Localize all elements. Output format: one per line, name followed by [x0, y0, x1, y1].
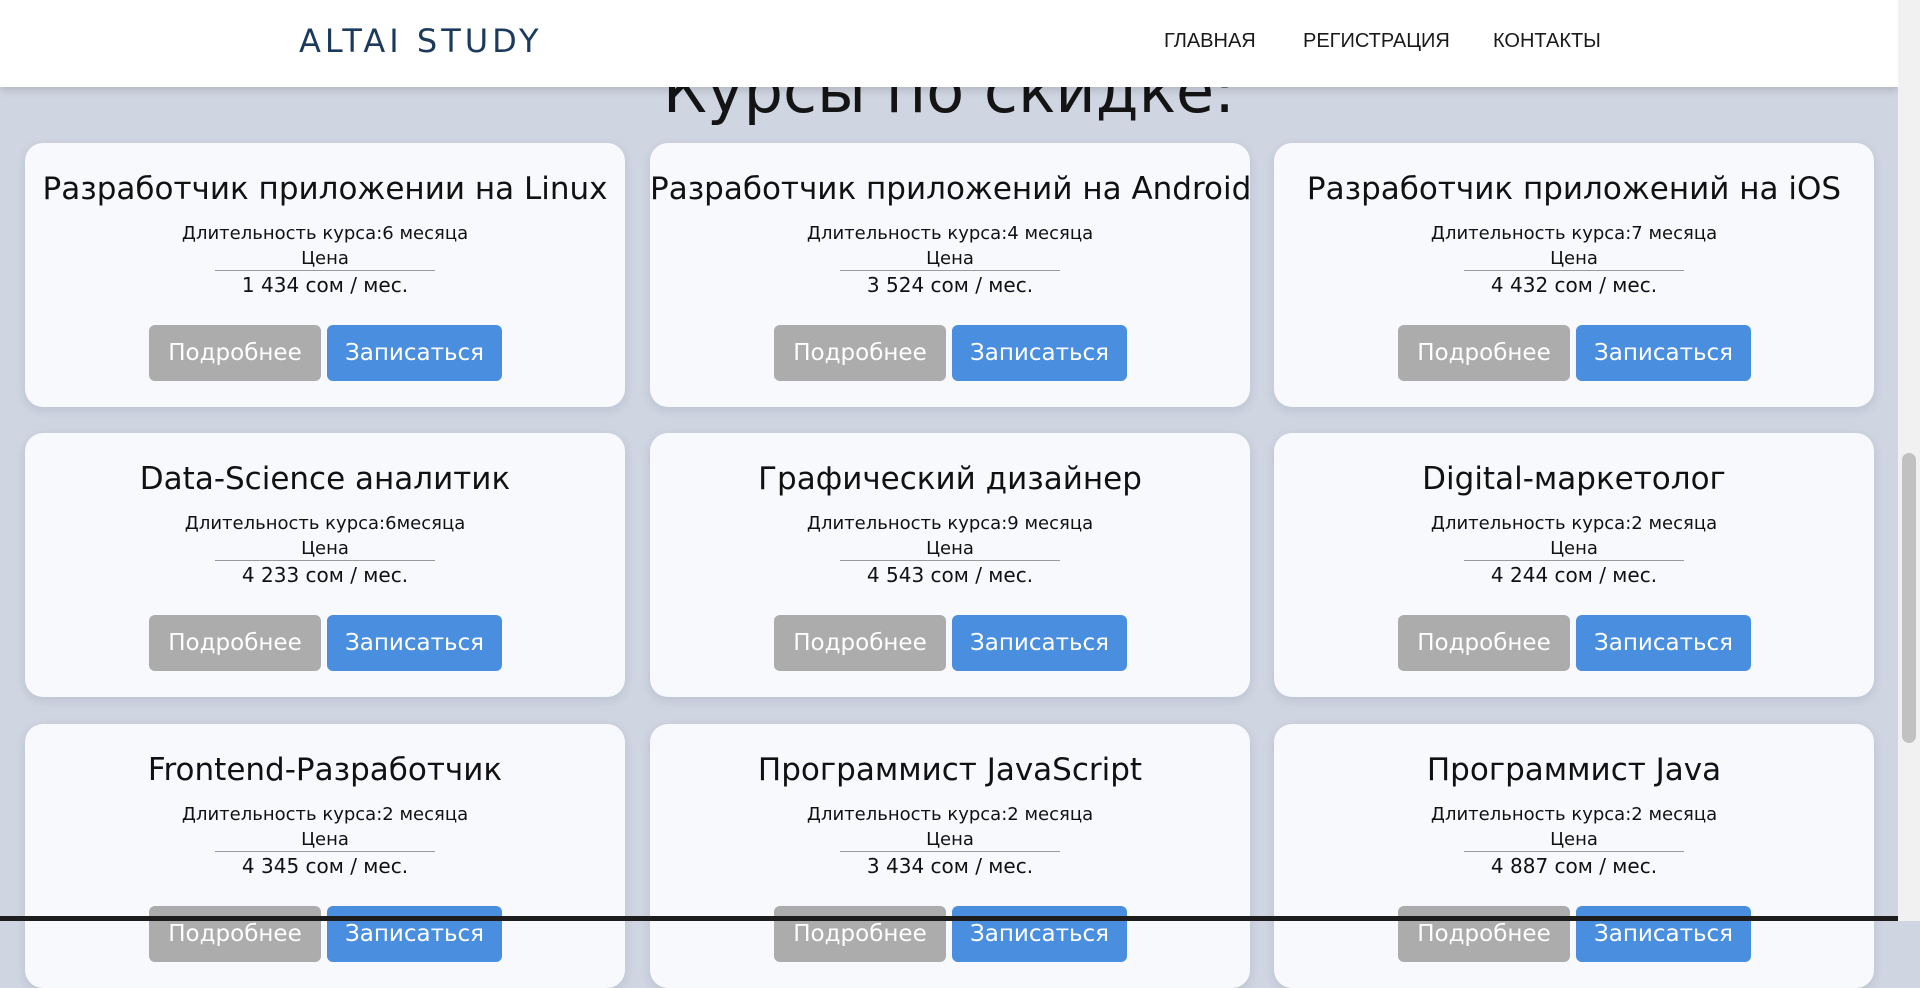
more-button[interactable]: Подробнее — [1398, 615, 1570, 671]
more-button[interactable]: Подробнее — [1398, 325, 1570, 381]
course-duration: Длительность курса:4 месяца — [806, 223, 1094, 244]
course-price: 3 434 сом / мес. — [866, 854, 1034, 878]
course-title: Разработчик приложений на Android — [650, 171, 1250, 207]
course-price: 4 233 сом / мес. — [241, 563, 409, 587]
price-label: Цена — [840, 538, 1060, 561]
page-scrollbar[interactable] — [1898, 0, 1920, 921]
enroll-button[interactable]: Записаться — [1576, 615, 1751, 671]
price-label: Цена — [840, 829, 1060, 852]
course-duration: Длительность курса:2 месяца — [806, 804, 1094, 825]
price-label: Цена — [1464, 829, 1684, 852]
course-duration: Длительность курса:2 месяца — [1430, 513, 1718, 534]
enroll-button[interactable]: Записаться — [327, 906, 502, 962]
scrollbar-thumb[interactable] — [1902, 453, 1916, 743]
course-title: Frontend-Разработчик — [147, 752, 503, 788]
more-button[interactable]: Подробнее — [149, 906, 321, 962]
enroll-button[interactable]: Записаться — [327, 615, 502, 671]
course-duration: Длительность курса:7 месяца — [1430, 223, 1718, 244]
course-title: Программист Java — [1426, 752, 1722, 788]
nav-link-home[interactable]: ГЛАВНАЯ — [1164, 30, 1256, 53]
course-duration: Длительность курса:6 месяца — [181, 223, 469, 244]
enroll-button[interactable]: Записаться — [1576, 325, 1751, 381]
top-navbar: ALTAI STUDY ГЛАВНАЯ РЕГИСТРАЦИЯ КОНТАКТЫ — [0, 0, 1898, 87]
course-card: Разработчик приложений на iOS Длительнос… — [1274, 143, 1874, 407]
more-button[interactable]: Подробнее — [149, 615, 321, 671]
nav-link-contacts[interactable]: КОНТАКТЫ — [1493, 30, 1601, 53]
price-label: Цена — [215, 538, 435, 561]
enroll-button[interactable]: Записаться — [1576, 906, 1751, 962]
course-price: 4 244 сом / мес. — [1490, 563, 1658, 587]
taskbar-strip — [0, 916, 1898, 921]
course-price: 4 543 сом / мес. — [866, 563, 1034, 587]
more-button[interactable]: Подробнее — [149, 325, 321, 381]
course-duration: Длительность курса:6месяца — [184, 513, 466, 534]
more-button[interactable]: Подробнее — [774, 906, 946, 962]
more-button[interactable]: Подробнее — [774, 615, 946, 671]
course-price: 4 432 сом / мес. — [1490, 273, 1658, 297]
course-title: Разработчик приложений на iOS — [1306, 171, 1842, 207]
course-price: 3 524 сом / мес. — [866, 273, 1034, 297]
course-card: Программист Java Длительность курса:2 ме… — [1274, 724, 1874, 988]
course-card: Разработчик приложений на Android Длител… — [650, 143, 1250, 407]
course-title: Программист JavaScript — [757, 752, 1143, 788]
brand-logo[interactable]: ALTAI STUDY — [299, 22, 543, 60]
enroll-button[interactable]: Записаться — [952, 325, 1127, 381]
course-card: Data-Science аналитик Длительность курса… — [25, 433, 625, 697]
course-card: Программист JavaScript Длительность курс… — [650, 724, 1250, 988]
course-price: 4 887 сом / мес. — [1490, 854, 1658, 878]
course-price: 4 345 сом / мес. — [241, 854, 409, 878]
course-title: Digital-маркетолог — [1422, 461, 1726, 497]
course-duration: Длительность курса:9 месяца — [806, 513, 1094, 534]
course-card: Графический дизайнер Длительность курса:… — [650, 433, 1250, 697]
course-card: Digital-маркетолог Длительность курса:2 … — [1274, 433, 1874, 697]
price-label: Цена — [215, 829, 435, 852]
course-duration: Длительность курса:2 месяца — [1430, 804, 1718, 825]
more-button[interactable]: Подробнее — [1398, 906, 1570, 962]
price-label: Цена — [840, 248, 1060, 271]
enroll-button[interactable]: Записаться — [327, 325, 502, 381]
more-button[interactable]: Подробнее — [774, 325, 946, 381]
course-duration: Длительность курса:2 месяца — [181, 804, 469, 825]
enroll-button[interactable]: Записаться — [952, 906, 1127, 962]
course-title: Разработчик приложении на Linux — [42, 171, 608, 207]
nav-link-registration[interactable]: РЕГИСТРАЦИЯ — [1303, 30, 1450, 53]
price-label: Цена — [1464, 248, 1684, 271]
course-price: 1 434 сом / мес. — [241, 273, 409, 297]
enroll-button[interactable]: Записаться — [952, 615, 1127, 671]
course-title: Графический дизайнер — [758, 461, 1142, 497]
price-label: Цена — [215, 248, 435, 271]
course-title: Data-Science аналитик — [139, 461, 511, 497]
course-card: Разработчик приложении на Linux Длительн… — [25, 143, 625, 407]
course-card: Frontend-Разработчик Длительность курса:… — [25, 724, 625, 988]
price-label: Цена — [1464, 538, 1684, 561]
